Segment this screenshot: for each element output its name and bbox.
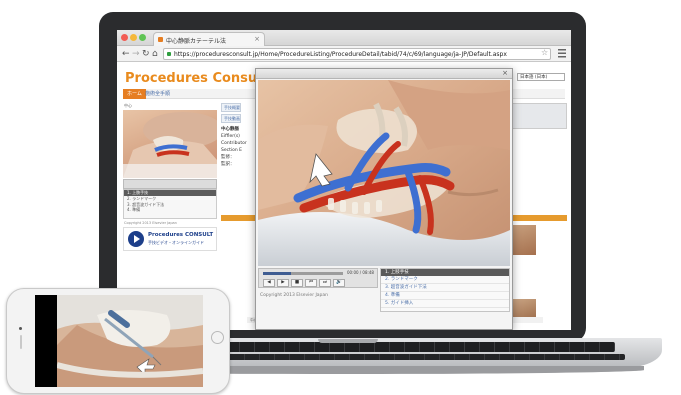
laptop-notch (318, 339, 378, 343)
detail-line: Eiffler(s) (221, 134, 240, 139)
left-chapter-item[interactable]: 4. 準備 (124, 207, 216, 213)
player-titlebar: × (256, 69, 512, 79)
close-icon[interactable]: × (502, 69, 508, 77)
section-strip-label: 手技概要 (224, 226, 240, 231)
time-display: 00:00 / 08:48 (347, 270, 374, 275)
thumbnail-controls[interactable] (123, 179, 217, 189)
detail-line: 監訳： (221, 162, 235, 167)
volume-button[interactable]: 🔊 (333, 279, 345, 287)
laptop-keyboard (195, 342, 615, 352)
stop-button[interactable]: ■ (291, 279, 303, 287)
browser-toolbar: ← → ↻ ⌂ https://proceduresconsult.jp/Hom… (117, 46, 571, 62)
player-controls: 00:00 / 08:48 ◀ ▶ ■ ⏮ ⏭ 🔊 (258, 268, 378, 288)
player-copyright: Copyright 2013 Elsevier Japan (260, 293, 329, 298)
browser-tab[interactable]: 中心静脈カテーテル法 × (153, 32, 265, 46)
phone-screen (35, 295, 203, 387)
tab-close-icon[interactable]: × (254, 35, 260, 43)
minimize-window-button[interactable] (130, 34, 137, 41)
laptop-keyboard-row (185, 354, 625, 360)
tab-video[interactable]: 手技動画 (221, 114, 241, 123)
detail-line: Contributor (221, 141, 247, 146)
forward-arrow-icon[interactable]: → (132, 48, 140, 60)
left-copyright: Copyright 2013 Elsevier Japan (124, 221, 177, 225)
nav-all-procedures[interactable]: 施術全手順 (145, 89, 170, 99)
chapter-item[interactable]: 4. 準備 (381, 292, 509, 300)
rewind-button[interactable]: ◀ (263, 279, 275, 287)
reload-icon[interactable]: ↻ (142, 48, 150, 60)
left-chapter-list: 1. 上肢手技 2. ランドマーク 3. 超音波ガイド下法 4. 準備 (123, 189, 217, 219)
detail-line: Section E (221, 148, 242, 153)
left-heading: 中心 (124, 103, 132, 108)
right-info-panel (507, 103, 567, 129)
timeline-progress (263, 272, 291, 275)
site-logo[interactable]: Procedures Consult (125, 71, 268, 86)
tab-title: 中心静脈カテーテル法 (166, 38, 227, 45)
maximize-window-button[interactable] (139, 34, 146, 41)
phone-speaker (20, 335, 22, 349)
chapter-item[interactable]: 2. ランドマーク (381, 276, 509, 284)
needle-insertion-photo (57, 295, 203, 387)
next-chapter-button[interactable]: ⏭ (319, 279, 331, 287)
badge-name: Procedures CONSULT (148, 232, 214, 238)
phone-camera (19, 327, 22, 330)
back-arrow-icon[interactable]: ← (122, 48, 130, 60)
browser-titlebar: 中心静脈カテーテル法 × (117, 30, 571, 46)
close-window-button[interactable] (121, 34, 128, 41)
play-button[interactable]: ▶ (277, 279, 289, 287)
left-column: 中心 1. 上肢手技 2. ランドマーク 3. 超音波ガイド下法 4. 準備 C… (123, 103, 217, 263)
language-select[interactable]: 日本語 (日本) (517, 73, 565, 81)
browser-menu-icon[interactable] (558, 49, 566, 58)
play-icon (134, 235, 140, 243)
tab-overview[interactable]: 手技概要 (221, 103, 241, 112)
previous-chapter-button[interactable]: ⏮ (305, 279, 317, 287)
detail-title: 中心静脈 (221, 127, 239, 132)
address-bar[interactable]: https://proceduresconsult.jp/Home/Proced… (163, 48, 551, 60)
lock-icon (167, 52, 171, 56)
smartphone (6, 288, 230, 394)
procedures-consult-badge[interactable]: Procedures CONSULT 手技ビデオ・オンラインガイド (123, 227, 217, 251)
video-timeline[interactable] (263, 272, 343, 275)
favicon-icon (158, 37, 163, 42)
devices-composite: 中心静脈カテーテル法 × ← → ↻ ⌂ https://proceduresc… (0, 0, 681, 395)
address-url: https://proceduresconsult.jp/Home/Proced… (174, 51, 507, 58)
procedure-video[interactable] (258, 80, 510, 266)
player-chapter-list: 1. 上肢手技 2. ランドマーク 3. 超音波ガイド下法 4. 準備 5. ガ… (380, 268, 510, 312)
procedure-thumbnail[interactable] (123, 110, 217, 178)
laptop-screen: 中心静脈カテーテル法 × ← → ↻ ⌂ https://proceduresc… (117, 30, 571, 330)
detail-line: 監修： (221, 155, 235, 160)
nav-home[interactable]: ホーム (123, 89, 146, 99)
home-icon[interactable]: ⌂ (152, 48, 158, 60)
right-photo[interactable] (512, 225, 536, 255)
phone-procedure-video[interactable] (57, 295, 203, 387)
chapter-item[interactable]: 3. 超音波ガイド下法 (381, 284, 509, 292)
bookmark-star-icon[interactable]: ☆ (541, 48, 548, 57)
chapter-active[interactable]: 1. 上肢手技 (381, 269, 509, 276)
video-player-popup: × 00:00 / 08:48 ◀ ▶ ■ ⏮ ⏭ 🔊 1. 上肢手技 2. ラ… (255, 68, 513, 330)
badge-subtitle: 手技ビデオ・オンラインガイド (148, 240, 204, 245)
phone-home-button[interactable] (211, 331, 224, 344)
chapter-item[interactable]: 5. ガイド挿入 (381, 300, 509, 308)
neck-anatomy-illustration (258, 80, 510, 266)
thumbnail-anatomy-illustration (123, 112, 217, 178)
